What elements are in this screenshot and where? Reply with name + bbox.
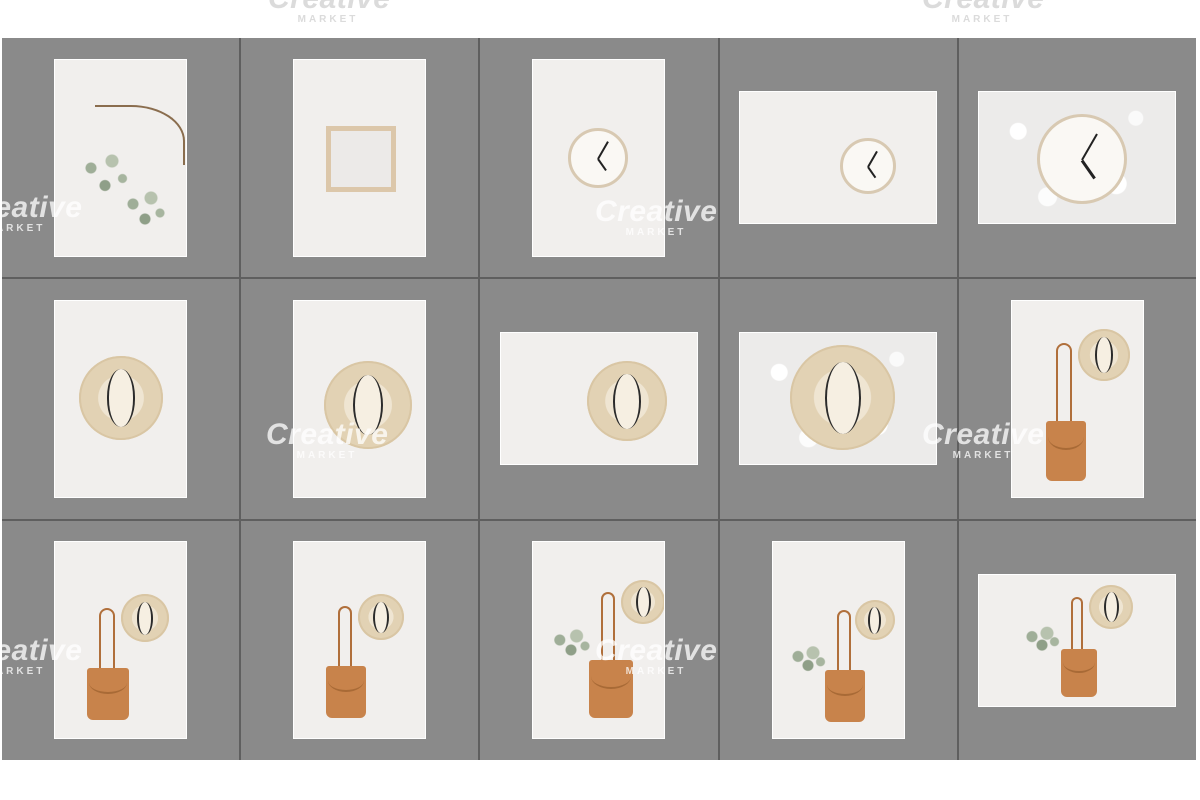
photo-straw-hat-landscape[interactable] bbox=[499, 332, 698, 466]
clock-icon bbox=[1037, 114, 1128, 205]
grid-cell-r2c5 bbox=[958, 279, 1196, 519]
watermark-title: Creative bbox=[268, 0, 390, 14]
straw-hat bbox=[324, 360, 413, 449]
photo-grid bbox=[2, 38, 1196, 760]
grid-cell-r1c3 bbox=[480, 38, 718, 278]
leather-backpack bbox=[589, 660, 634, 719]
photo-wall-clock-landscape[interactable] bbox=[739, 91, 938, 225]
grid-cell-r1c1 bbox=[2, 38, 240, 278]
straw-hat bbox=[586, 361, 667, 442]
grid-cell-r2c1 bbox=[2, 279, 240, 519]
eucalyptus-bunch bbox=[1017, 622, 1068, 657]
grid-cell-r1c4 bbox=[719, 38, 957, 278]
watermark-subtitle: MARKET bbox=[951, 14, 1013, 25]
grid-cell-r3c1 bbox=[2, 520, 240, 760]
clock-icon bbox=[840, 138, 897, 195]
photo-hat-and-backpack[interactable] bbox=[54, 541, 188, 740]
photo-straw-hat[interactable] bbox=[293, 299, 427, 498]
watermark-title: Creative bbox=[922, 0, 1044, 14]
letter-board-frame bbox=[326, 125, 397, 192]
leather-backpack bbox=[824, 670, 865, 723]
grid-cell-r2c2 bbox=[241, 279, 479, 519]
watermark-top-right: Creative MARKET bbox=[922, 0, 1044, 26]
photo-letter-board[interactable] bbox=[293, 58, 427, 257]
grid-cell-r2c3 bbox=[480, 279, 718, 519]
straw-hat bbox=[1089, 584, 1134, 629]
grid-cell-r2c4 bbox=[719, 279, 957, 519]
watermark-top-left: Creative MARKET bbox=[268, 0, 390, 26]
leather-backpack bbox=[326, 666, 367, 719]
eucalyptus-bunch bbox=[543, 624, 600, 665]
photo-clock-on-fur[interactable] bbox=[978, 91, 1177, 225]
backpack-strap bbox=[338, 606, 353, 671]
grid-cell-r3c2 bbox=[241, 520, 479, 760]
backpack-strap bbox=[1071, 596, 1084, 653]
photo-hat-and-backpack[interactable] bbox=[293, 541, 427, 740]
backpack-strap bbox=[1055, 342, 1072, 423]
backpack-strap bbox=[836, 610, 851, 677]
photo-wall-clock[interactable] bbox=[532, 58, 666, 257]
grid-cell-r3c4 bbox=[719, 520, 957, 760]
eucalyptus-bunch bbox=[115, 179, 176, 240]
straw-hat bbox=[121, 594, 170, 643]
leather-backpack bbox=[87, 668, 130, 721]
grid-cell-r3c5 bbox=[958, 520, 1196, 760]
clock-icon bbox=[568, 127, 629, 188]
backpack-strap bbox=[99, 608, 116, 673]
photo-hat-backpack-eucalyptus[interactable] bbox=[532, 541, 666, 740]
leather-backpack bbox=[1061, 648, 1098, 697]
photo-straw-hat[interactable] bbox=[54, 299, 188, 498]
grid-cell-r1c5 bbox=[958, 38, 1196, 278]
photo-hat-on-fur[interactable] bbox=[739, 332, 938, 466]
photo-hat-backpack-eucalyptus-landscape[interactable] bbox=[978, 573, 1177, 707]
photo-hat-backpack-eucalyptus[interactable] bbox=[771, 541, 905, 740]
straw-hat bbox=[790, 345, 896, 451]
backpack-strap bbox=[601, 592, 616, 669]
photo-hat-and-backpack[interactable] bbox=[1010, 299, 1144, 498]
straw-hat bbox=[854, 600, 895, 641]
straw-hat bbox=[79, 355, 164, 440]
straw-hat bbox=[358, 594, 405, 641]
photo-eucalyptus[interactable] bbox=[54, 58, 188, 257]
leather-backpack bbox=[1045, 420, 1086, 481]
watermark-subtitle: MARKET bbox=[297, 14, 359, 25]
straw-hat bbox=[1077, 328, 1130, 381]
straw-hat bbox=[621, 580, 665, 625]
grid-cell-r3c3 bbox=[480, 520, 718, 760]
grid-cell-r1c2 bbox=[241, 38, 479, 278]
